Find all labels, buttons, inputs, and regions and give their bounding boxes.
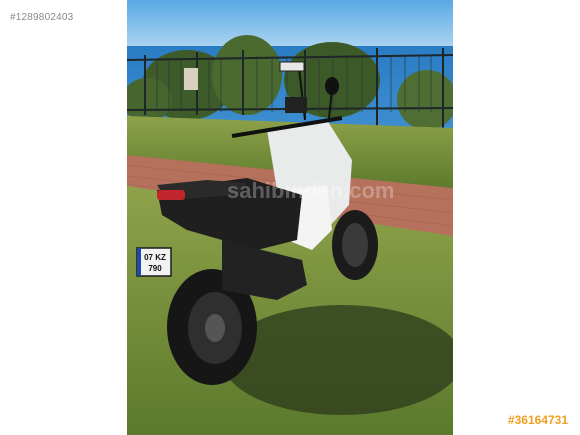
dashboard <box>285 97 307 113</box>
listing-id-label: #1289802403 <box>10 12 74 23</box>
fence-sign <box>184 68 198 90</box>
photo-canvas: 07 KZ 790 <box>127 0 453 435</box>
mirror-left <box>279 61 305 72</box>
listing-image-viewer: #1289802403 07 KZ 790 sahibinden.com #36… <box>0 0 580 435</box>
sky <box>127 0 453 46</box>
tail-light <box>157 190 185 200</box>
motorcycle-photo[interactable]: 07 KZ 790 sahibinden.com <box>127 0 453 435</box>
mirror-right <box>325 77 339 95</box>
plate-line1: 07 KZ <box>144 253 166 262</box>
ad-number-label: #36164731 <box>507 413 568 427</box>
plate-line2: 790 <box>148 264 162 273</box>
